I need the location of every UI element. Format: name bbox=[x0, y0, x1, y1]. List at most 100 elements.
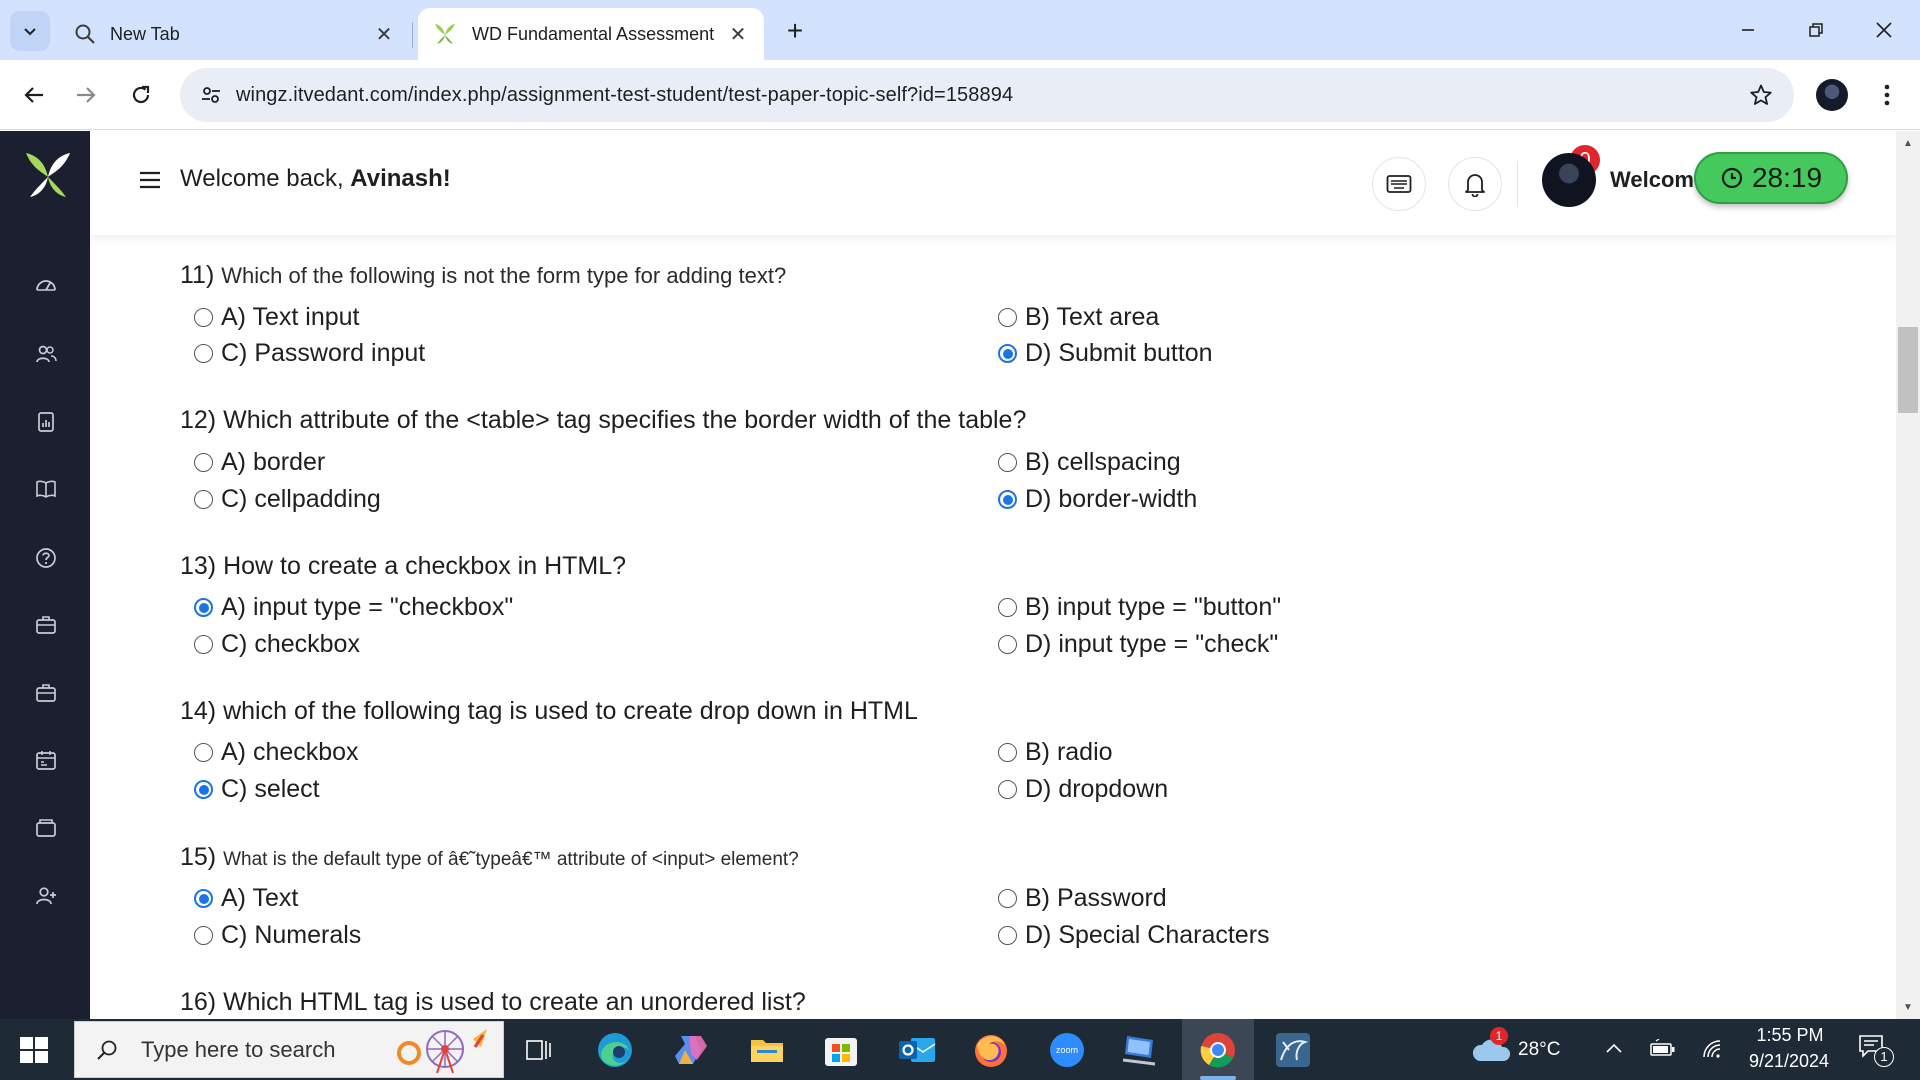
zoom-icon[interactable]: zoom bbox=[1044, 1027, 1090, 1073]
q14-option-b[interactable]: B) radio bbox=[998, 738, 1113, 767]
edge-icon[interactable] bbox=[592, 1027, 638, 1073]
q13-option-b[interactable]: B) input type = "button" bbox=[998, 593, 1281, 622]
site-info-icon[interactable] bbox=[196, 80, 226, 110]
q12-option-a[interactable]: A) border bbox=[194, 448, 325, 477]
briefcase-icon[interactable] bbox=[33, 612, 59, 638]
remote-desktop-icon[interactable] bbox=[1118, 1027, 1164, 1073]
radio-button-selected[interactable] bbox=[194, 889, 213, 908]
keyboard-shortcut-button[interactable] bbox=[1372, 157, 1426, 211]
radio-button[interactable] bbox=[194, 453, 213, 472]
add-user-icon[interactable] bbox=[33, 883, 59, 909]
address-bar[interactable]: wingz.itvedant.com/index.php/assignment-… bbox=[180, 68, 1794, 122]
mysql-workbench-icon[interactable] bbox=[1270, 1027, 1316, 1073]
scroll-down-arrow-icon[interactable]: ▼ bbox=[1900, 999, 1916, 1015]
show-hidden-icons-button[interactable] bbox=[1604, 1039, 1624, 1064]
outlook-icon[interactable] bbox=[894, 1027, 940, 1073]
weather-widget[interactable]: 1 bbox=[1470, 1027, 1514, 1069]
radio-button[interactable] bbox=[194, 344, 213, 363]
book-icon[interactable] bbox=[33, 476, 59, 502]
radio-button-selected[interactable] bbox=[998, 490, 1017, 509]
q12-option-c[interactable]: C) cellpadding bbox=[194, 485, 381, 514]
radio-button[interactable] bbox=[998, 598, 1017, 617]
radio-button-selected[interactable] bbox=[194, 598, 213, 617]
microsoft-store-icon[interactable] bbox=[818, 1027, 864, 1073]
copilot-icon[interactable] bbox=[668, 1027, 714, 1073]
page-scrollbar[interactable] bbox=[1896, 131, 1920, 1019]
q13-option-c[interactable]: C) checkbox bbox=[194, 630, 360, 659]
close-tab-icon[interactable]: ✕ bbox=[370, 20, 398, 48]
radio-button[interactable] bbox=[998, 743, 1017, 762]
users-icon[interactable] bbox=[33, 341, 59, 367]
q13-option-d[interactable]: D) input type = "check" bbox=[998, 630, 1278, 659]
q14-option-c[interactable]: C) select bbox=[194, 775, 320, 804]
question-12: 12) Which attribute of the <table> tag s… bbox=[180, 406, 1026, 435]
q15-option-a[interactable]: A) Text bbox=[194, 884, 298, 913]
help-icon[interactable] bbox=[33, 545, 59, 571]
notification-count-badge: 1 bbox=[1874, 1047, 1894, 1067]
radio-button[interactable] bbox=[998, 635, 1017, 654]
app-header: Welcome back, Avinash! 0 Welcom 28:19 bbox=[90, 131, 1896, 235]
clock-date[interactable]: 9/21/2024 bbox=[1742, 1051, 1836, 1072]
q13-option-a[interactable]: A) input type = "checkbox" bbox=[194, 593, 513, 622]
scrollbar-thumb[interactable] bbox=[1898, 327, 1918, 413]
notifications-button[interactable] bbox=[1448, 157, 1502, 211]
q14-option-d[interactable]: D) dropdown bbox=[998, 775, 1168, 804]
folder-icon[interactable] bbox=[33, 815, 59, 841]
radio-button[interactable] bbox=[998, 889, 1017, 908]
chrome-icon[interactable] bbox=[1195, 1027, 1241, 1073]
notification-center-button[interactable]: 1 bbox=[1858, 1033, 1894, 1067]
radio-button[interactable] bbox=[194, 926, 213, 945]
q15-option-b[interactable]: B) Password bbox=[998, 884, 1167, 913]
tab-new-tab[interactable]: New Tab ✕ bbox=[58, 8, 410, 60]
battery-icon[interactable] bbox=[1650, 1038, 1676, 1064]
radio-button[interactable] bbox=[194, 743, 213, 762]
q12-option-d[interactable]: D) border-width bbox=[998, 485, 1197, 514]
q15-option-d[interactable]: D) Special Characters bbox=[998, 921, 1270, 950]
radio-button-selected[interactable] bbox=[194, 780, 213, 799]
url-text[interactable]: wingz.itvedant.com/index.php/assignment-… bbox=[236, 68, 1013, 122]
q11-option-a[interactable]: A) Text input bbox=[194, 303, 360, 332]
radio-button[interactable] bbox=[194, 308, 213, 327]
report-icon[interactable] bbox=[33, 409, 59, 435]
firefox-icon[interactable] bbox=[968, 1027, 1014, 1073]
q14-option-a[interactable]: A) checkbox bbox=[194, 738, 359, 767]
radio-button[interactable] bbox=[998, 453, 1017, 472]
q12-option-b[interactable]: B) cellspacing bbox=[998, 448, 1181, 477]
close-tab-icon[interactable]: ✕ bbox=[724, 20, 752, 48]
back-button[interactable] bbox=[14, 75, 54, 115]
scroll-up-arrow-icon[interactable]: ▲ bbox=[1900, 135, 1916, 151]
task-view-icon[interactable] bbox=[516, 1027, 562, 1073]
radio-button[interactable] bbox=[194, 635, 213, 654]
taskbar-search-box[interactable]: Type here to search bbox=[74, 1021, 504, 1078]
forward-button[interactable] bbox=[66, 75, 106, 115]
reload-button[interactable] bbox=[121, 75, 161, 115]
browser-menu-button[interactable] bbox=[1872, 75, 1902, 115]
q11-option-b[interactable]: B) Text area bbox=[998, 303, 1159, 332]
clock-time[interactable]: 1:55 PM bbox=[1756, 1025, 1824, 1046]
briefcase-alt-icon[interactable] bbox=[33, 680, 59, 706]
q15-option-c[interactable]: C) Numerals bbox=[194, 921, 361, 950]
wingz-logo[interactable] bbox=[22, 151, 74, 199]
restore-button[interactable] bbox=[1782, 0, 1850, 60]
hamburger-menu-icon[interactable] bbox=[138, 168, 162, 192]
windows-start-icon[interactable] bbox=[14, 1033, 54, 1067]
new-tab-button[interactable]: + bbox=[778, 14, 812, 48]
bookmark-star-icon[interactable] bbox=[1746, 80, 1776, 110]
close-window-button[interactable] bbox=[1850, 0, 1918, 60]
file-explorer-icon[interactable] bbox=[744, 1027, 790, 1073]
wifi-icon[interactable] bbox=[1700, 1037, 1726, 1066]
radio-button-selected[interactable] bbox=[998, 344, 1017, 363]
radio-button[interactable] bbox=[998, 308, 1017, 327]
browser-profile-avatar[interactable] bbox=[1816, 79, 1848, 111]
radio-button[interactable] bbox=[998, 780, 1017, 799]
dashboard-icon[interactable] bbox=[33, 273, 59, 299]
calendar-icon[interactable] bbox=[33, 747, 59, 773]
radio-button[interactable] bbox=[194, 490, 213, 509]
q11-option-d[interactable]: D) Submit button bbox=[998, 339, 1213, 368]
user-avatar[interactable] bbox=[1542, 153, 1596, 207]
minimize-button[interactable] bbox=[1714, 0, 1782, 60]
tab-wd-fundamental-assessment[interactable]: WD Fundamental Assessment ✕ bbox=[418, 8, 764, 60]
q11-option-c[interactable]: C) Password input bbox=[194, 339, 425, 368]
tab-search-button[interactable] bbox=[10, 11, 50, 51]
radio-button[interactable] bbox=[998, 926, 1017, 945]
